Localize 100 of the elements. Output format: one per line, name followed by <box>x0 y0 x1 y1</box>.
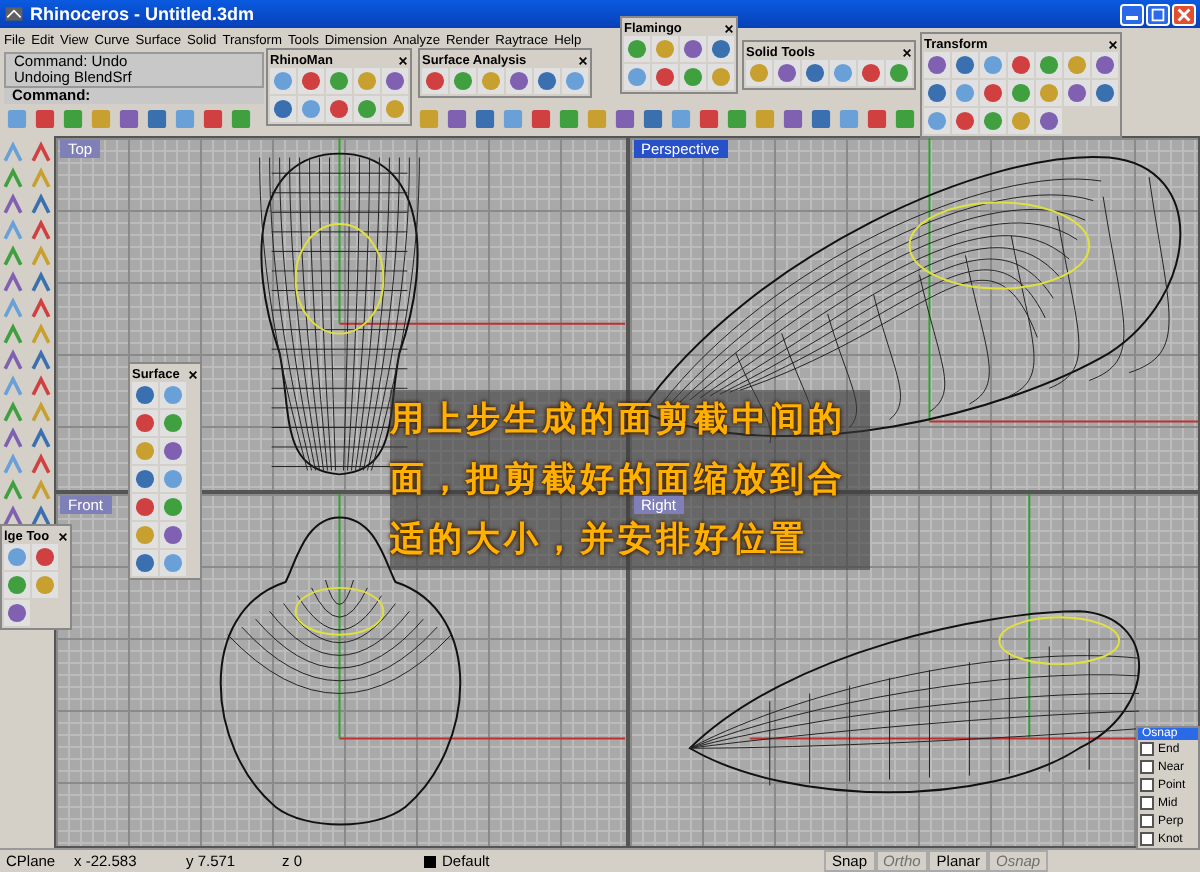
toolbar-button[interactable] <box>528 106 554 132</box>
toolbar-button[interactable] <box>1036 52 1062 78</box>
toolbar-button[interactable] <box>1092 52 1118 78</box>
toolbar-button[interactable] <box>1064 52 1090 78</box>
toolbar-button[interactable] <box>864 106 890 132</box>
toolbar-button[interactable] <box>132 494 158 520</box>
toolbar-button[interactable] <box>774 60 800 86</box>
toolbar-button[interactable] <box>0 478 26 504</box>
toolbar-button[interactable] <box>830 60 856 86</box>
toolbar-button[interactable] <box>952 108 978 134</box>
toolbar-button[interactable] <box>28 270 54 296</box>
toolbar-button[interactable] <box>680 64 706 90</box>
toolbar-button[interactable] <box>228 106 254 132</box>
toolbar-button[interactable] <box>924 52 950 78</box>
toolbar-button[interactable] <box>980 80 1006 106</box>
close-icon[interactable] <box>398 55 408 65</box>
toolbar-button[interactable] <box>132 410 158 436</box>
toolbar-button[interactable] <box>980 52 1006 78</box>
toolbar-button[interactable] <box>1064 80 1090 106</box>
toolbar-button[interactable] <box>652 36 678 62</box>
toolbar-button[interactable] <box>132 438 158 464</box>
toolbar-button[interactable] <box>752 106 778 132</box>
close-button[interactable] <box>1172 3 1196 25</box>
toolbar-button[interactable] <box>144 106 170 132</box>
toolbar-button[interactable] <box>0 270 26 296</box>
close-icon[interactable] <box>578 55 588 65</box>
toolbar-button[interactable] <box>696 106 722 132</box>
toolbar-button[interactable] <box>668 106 694 132</box>
toolbar-button[interactable] <box>980 108 1006 134</box>
toolbar-button[interactable] <box>326 96 352 122</box>
toolbar-button[interactable] <box>160 494 186 520</box>
toolbar-button[interactable] <box>0 348 26 374</box>
toolbar-button[interactable] <box>472 106 498 132</box>
toolbar-button[interactable] <box>612 106 638 132</box>
toolbar-button[interactable] <box>0 322 26 348</box>
toolbar-button[interactable] <box>1036 80 1062 106</box>
maximize-button[interactable] <box>1146 3 1170 25</box>
toolbar-button[interactable] <box>172 106 198 132</box>
toolbar-button[interactable] <box>132 466 158 492</box>
toolbar-button[interactable] <box>422 68 448 94</box>
toolbar-button[interactable] <box>132 522 158 548</box>
toolbar-button[interactable] <box>924 80 950 106</box>
toolbar-button[interactable] <box>624 64 650 90</box>
toolbar-button[interactable] <box>506 68 532 94</box>
toolbar-button[interactable] <box>28 400 54 426</box>
checkbox[interactable] <box>1140 742 1154 756</box>
toolbar-button[interactable] <box>952 52 978 78</box>
close-icon[interactable] <box>724 23 734 33</box>
toolbar-button[interactable] <box>28 244 54 270</box>
toolbar-button[interactable] <box>836 106 862 132</box>
toolbar-button[interactable] <box>708 36 734 62</box>
toolbar-button[interactable] <box>4 544 30 570</box>
toolbar-button[interactable] <box>680 36 706 62</box>
close-icon[interactable] <box>57 531 68 541</box>
toolbar-button[interactable] <box>0 244 26 270</box>
toolbar-button[interactable] <box>28 322 54 348</box>
toolbar-button[interactable] <box>708 64 734 90</box>
toolbar-button[interactable] <box>500 106 526 132</box>
toolbar-button[interactable] <box>28 348 54 374</box>
toolbar-button[interactable] <box>0 192 26 218</box>
toolbar-button[interactable] <box>4 600 30 626</box>
toolbar-button[interactable] <box>32 106 58 132</box>
close-icon[interactable] <box>1108 39 1118 49</box>
toolbar-button[interactable] <box>1036 108 1062 134</box>
toolbar-button[interactable] <box>326 68 352 94</box>
toolbar-button[interactable] <box>28 452 54 478</box>
toolbar-button[interactable] <box>1008 52 1034 78</box>
toolbar-button[interactable] <box>200 106 226 132</box>
toolbar-button[interactable] <box>160 550 186 576</box>
toolbar-button[interactable] <box>640 106 666 132</box>
toolbar-button[interactable] <box>1008 108 1034 134</box>
toolbar-button[interactable] <box>0 296 26 322</box>
toolbar-button[interactable] <box>270 96 296 122</box>
toolbar-button[interactable] <box>28 218 54 244</box>
toolbar-button[interactable] <box>416 106 442 132</box>
toolbar-button[interactable] <box>0 400 26 426</box>
toolbar-button[interactable] <box>1008 80 1034 106</box>
checkbox[interactable] <box>1140 796 1154 810</box>
close-icon[interactable] <box>902 47 912 57</box>
toolbar-button[interactable] <box>116 106 142 132</box>
checkbox[interactable] <box>1140 814 1154 828</box>
toolbar-button[interactable] <box>924 108 950 134</box>
toolbar-button[interactable] <box>160 438 186 464</box>
toolbar-button[interactable] <box>28 374 54 400</box>
checkbox[interactable] <box>1140 778 1154 792</box>
toolbar-button[interactable] <box>952 80 978 106</box>
checkbox[interactable] <box>1140 832 1154 846</box>
toolbar-button[interactable] <box>382 96 408 122</box>
toolbar-button[interactable] <box>28 166 54 192</box>
toolbar-button[interactable] <box>28 192 54 218</box>
toolbar-button[interactable] <box>0 374 26 400</box>
toolbar-button[interactable] <box>32 544 58 570</box>
toolbar-button[interactable] <box>160 466 186 492</box>
toolbar-button[interactable] <box>858 60 884 86</box>
toolbar-button[interactable] <box>60 106 86 132</box>
toolbar-button[interactable] <box>88 106 114 132</box>
toolbar-button[interactable] <box>28 426 54 452</box>
toolbar-button[interactable] <box>724 106 750 132</box>
toolbar-button[interactable] <box>780 106 806 132</box>
toolbar-button[interactable] <box>298 96 324 122</box>
